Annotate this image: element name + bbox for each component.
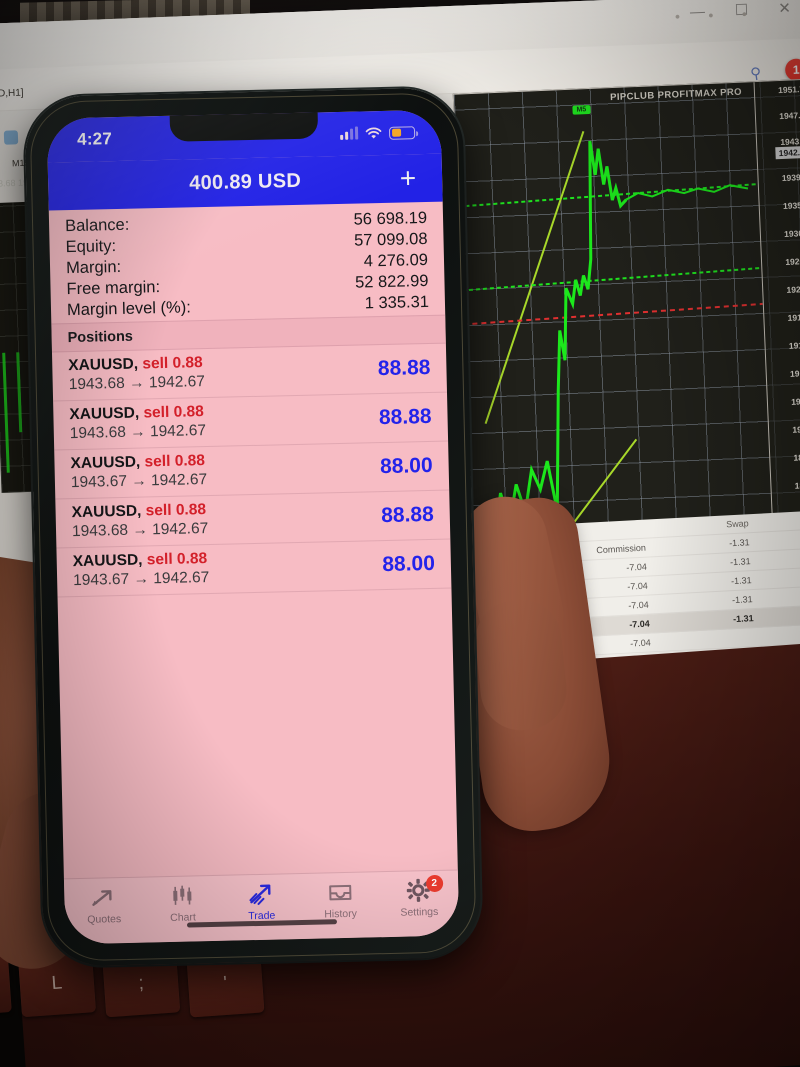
candlestick-icon bbox=[169, 882, 196, 909]
price-tick: 1939.25 bbox=[781, 171, 800, 184]
settings-badge: 2 bbox=[425, 874, 443, 893]
position-profit: 88.00 bbox=[379, 453, 433, 478]
account-summary: Balance: 56 698.19 Equity: 57 099.08 Mar… bbox=[49, 202, 445, 324]
tab-label: Settings bbox=[400, 905, 439, 919]
price-tick: 1935.05 bbox=[782, 199, 800, 211]
cell-swap: -1.31 bbox=[728, 537, 750, 549]
price-tick: 1930.90 bbox=[783, 227, 800, 239]
cell-total-profit: 400.89 bbox=[753, 609, 800, 623]
position-prices: 1943.67 → 1942.67 bbox=[72, 569, 210, 590]
phone-screen: 4:27 400.89 USD + Balance: 56 698.19 Equ… bbox=[46, 109, 460, 945]
cell-profit: 88.00 bbox=[750, 552, 800, 566]
position-profit: 88.00 bbox=[382, 551, 436, 576]
price-tick: 1922.60 bbox=[786, 283, 800, 295]
position-row[interactable]: XAUUSD, sell 0.88 1943.67 → 1942.67 88.0… bbox=[54, 441, 450, 500]
summary-value: 52 822.99 bbox=[354, 271, 429, 292]
mt4-chart-title-fragment: D,H1] bbox=[0, 87, 24, 100]
arrow-icon: → bbox=[129, 423, 146, 441]
photo-scene: — ☐ ✕ ●●● ⚲ 1 D,H1] M15 8.68 19 bbox=[0, 0, 800, 1067]
phone-device: 4:27 400.89 USD + Balance: 56 698.19 Equ… bbox=[24, 87, 482, 967]
position-symbol: XAUUSD, sell 0.88 bbox=[68, 354, 203, 375]
status-indicators bbox=[340, 125, 416, 141]
position-symbol: XAUUSD, sell 0.88 bbox=[71, 501, 207, 522]
summary-value: 56 698.19 bbox=[353, 208, 428, 229]
price-tick: 1951.75 bbox=[777, 83, 800, 96]
trade-trend-icon bbox=[247, 881, 276, 908]
cell-swap: -1.31 bbox=[732, 613, 754, 625]
summary-label: Margin level (%): bbox=[66, 298, 192, 320]
summary-label: Balance: bbox=[64, 215, 130, 236]
tab-history[interactable]: History bbox=[304, 878, 377, 921]
mt4-main-chart: M5 PIPCLUB PROFITMAX PRO 1951.75 1947.55… bbox=[452, 78, 800, 544]
col-swap: Swap bbox=[725, 518, 749, 530]
summary-label: Equity: bbox=[65, 237, 117, 257]
inbox-icon bbox=[327, 879, 354, 906]
cell-swap: -1.31 bbox=[731, 594, 753, 606]
cell-profit: 88.88 bbox=[751, 571, 800, 585]
phone-notch bbox=[169, 109, 319, 142]
summary-value: 57 099.08 bbox=[353, 229, 428, 250]
arrow-icon: → bbox=[132, 521, 149, 539]
chart-series bbox=[458, 130, 763, 544]
tab-quotes[interactable]: Quotes bbox=[67, 884, 140, 927]
wifi-icon bbox=[365, 127, 382, 139]
price-tick: 1901.80 bbox=[792, 423, 800, 435]
app-navbar: 400.89 USD + bbox=[47, 153, 443, 211]
position-prices: 1943.67 → 1942.67 bbox=[70, 471, 208, 492]
status-time: 4:27 bbox=[76, 129, 113, 149]
price-tick: 1893.50 bbox=[794, 479, 800, 491]
cell-swap: -1.31 bbox=[729, 556, 751, 568]
summary-value: 1 335.31 bbox=[364, 292, 430, 313]
cell-swap: -1.31 bbox=[730, 575, 752, 587]
tab-settings[interactable]: 2 Settings bbox=[383, 874, 456, 920]
position-profit: 88.88 bbox=[377, 355, 431, 380]
summary-label: Free margin: bbox=[66, 278, 161, 299]
cell-profit: 88.88 bbox=[749, 533, 800, 547]
arrow-icon: → bbox=[131, 472, 147, 490]
current-price-tag: 1942.52 bbox=[775, 145, 800, 160]
position-profit: 88.88 bbox=[380, 502, 435, 527]
position-prices: 1943.68 → 1942.67 bbox=[69, 422, 207, 443]
mt4-price-fragment: 8.68 19 bbox=[0, 177, 29, 189]
battery-low-power-icon bbox=[388, 125, 416, 140]
price-tick: 1926.75 bbox=[785, 255, 800, 267]
position-symbol: XAUUSD, sell 0.88 bbox=[69, 403, 204, 424]
mt4-icon-1[interactable] bbox=[3, 130, 19, 145]
arrow-icon: → bbox=[133, 570, 150, 588]
arrow-icon: → bbox=[128, 374, 145, 392]
plus-icon[interactable]: + bbox=[399, 162, 416, 193]
position-row[interactable]: XAUUSD, sell 0.88 1943.68 → 1942.67 88.8… bbox=[55, 490, 451, 549]
position-row[interactable]: XAUUSD, sell 0.88 1943.68 → 1942.67 88.8… bbox=[53, 392, 449, 451]
bottom-tab-bar: Quotes Chart Trade History 2 Settings bbox=[63, 869, 460, 945]
positions-list: XAUUSD, sell 0.88 1943.68 → 1942.67 88.8… bbox=[51, 343, 458, 879]
price-tick: 1947.55 bbox=[779, 109, 800, 122]
position-symbol: XAUUSD, sell 0.88 bbox=[70, 452, 206, 473]
col-profit: 88.88 bbox=[748, 514, 800, 528]
tab-chart[interactable]: Chart bbox=[146, 882, 219, 925]
position-symbol: XAUUSD, sell 0.88 bbox=[72, 550, 208, 571]
quotes-arrow-icon bbox=[90, 884, 117, 911]
summary-value: 4 276.09 bbox=[363, 250, 429, 271]
price-tick: 1910.10 bbox=[789, 367, 800, 379]
chart-period-label: M5 bbox=[572, 104, 591, 115]
summary-label: Margin: bbox=[65, 257, 122, 278]
cell-profit: 88.00 bbox=[752, 590, 800, 604]
price-tick: 1905.95 bbox=[790, 395, 800, 407]
position-row[interactable]: XAUUSD, sell 0.88 1943.67 → 1942.67 88.0… bbox=[56, 539, 452, 598]
price-tick: 1914.25 bbox=[788, 339, 800, 351]
tab-trade[interactable]: Trade bbox=[225, 880, 298, 923]
position-prices: 1943.68 → 1942.67 bbox=[71, 520, 209, 541]
position-prices: 1943.68 → 1942.67 bbox=[68, 373, 206, 394]
tab-label: Quotes bbox=[87, 913, 122, 926]
signal-bars-icon bbox=[340, 126, 359, 140]
position-row[interactable]: XAUUSD, sell 0.88 1943.68 → 1942.67 88.8… bbox=[51, 343, 447, 402]
position-profit: 88.88 bbox=[378, 404, 432, 429]
price-tick: 1897.65 bbox=[793, 451, 800, 463]
price-tick: 1918.40 bbox=[787, 311, 800, 323]
page-title: 400.89 USD bbox=[188, 169, 302, 194]
